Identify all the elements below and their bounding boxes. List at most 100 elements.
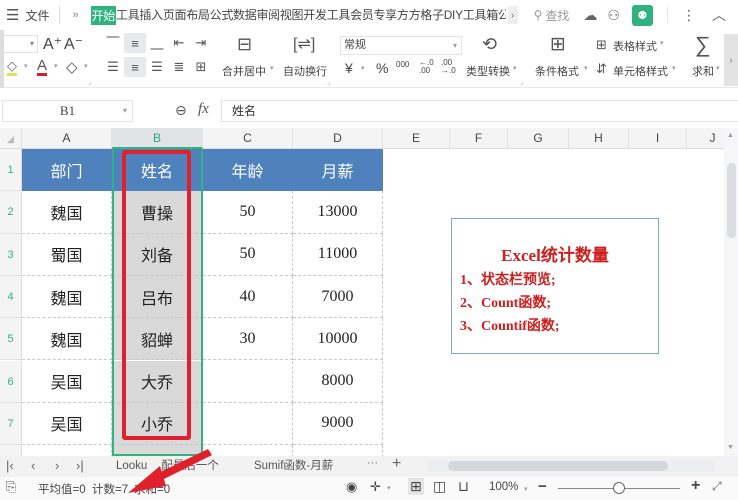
tabs-scroll-right-icon[interactable]: › — [507, 6, 518, 24]
table-cell[interactable] — [203, 402, 293, 446]
dialog-launcher-icon[interactable]: ⌟ — [327, 78, 330, 86]
table-cell[interactable]: 吕布 — [112, 275, 203, 319]
table-cell[interactable]: 40 — [203, 275, 293, 319]
eye-protection-icon[interactable]: ◉ — [346, 479, 357, 495]
table-style-icon[interactable]: ⊞ — [596, 37, 607, 53]
page-layout-view-icon[interactable]: ◫ — [433, 478, 446, 495]
dialog-launcher-icon[interactable]: ⌟ — [520, 78, 523, 86]
merge-center-icon[interactable]: ⊟ — [237, 34, 252, 55]
sum-icon[interactable]: ∑ — [695, 32, 711, 58]
column-header-c[interactable]: C — [203, 128, 293, 149]
column-header-a[interactable]: A — [22, 128, 112, 149]
annotation-textbox[interactable]: Excel统计数量 1、状态栏预览; 2、Count函数; 3、Countif函… — [451, 218, 659, 354]
prev-sheet-icon[interactable]: ‹ — [31, 458, 35, 473]
table-cell[interactable]: 吴国 — [22, 402, 112, 446]
align-bottom-icon[interactable]: ⎽ — [146, 33, 168, 53]
conditional-format-button[interactable]: 条件格式 — [535, 63, 579, 79]
font-size-select[interactable]: ▾ — [4, 35, 38, 53]
eraser-icon[interactable]: ◇ — [66, 58, 78, 76]
column-header-b[interactable]: B — [112, 128, 203, 149]
table-cell[interactable]: 30 — [203, 318, 293, 361]
table-cell[interactable]: 10000 — [293, 318, 383, 361]
add-sheet-button[interactable]: + — [392, 455, 401, 473]
first-sheet-icon[interactable]: |‹ — [6, 458, 14, 473]
decrease-decimal-button[interactable]: .00 →.0 — [441, 59, 456, 75]
zoom-out-button[interactable]: − — [538, 478, 547, 495]
table-cell[interactable]: 50 — [203, 233, 293, 276]
vertical-scrollbar[interactable]: ▲ ▼ — [724, 128, 738, 456]
sheet-tab-lookup[interactable]: Looku 配最后一个 — [102, 456, 233, 477]
font-shrink-button[interactable]: A⁻ — [64, 34, 83, 54]
zoom-slider-handle[interactable] — [613, 482, 625, 494]
row-header[interactable]: 1 — [0, 149, 22, 192]
tab-tools[interactable]: 工具 — [116, 6, 140, 25]
align-middle-icon[interactable]: ≡ — [124, 33, 146, 53]
ribbon-scroll-right-icon[interactable]: › — [724, 34, 738, 86]
row-header[interactable]: 2 — [0, 191, 22, 234]
scroll-up-icon[interactable]: ▲ — [727, 132, 734, 139]
table-cell[interactable] — [203, 445, 293, 456]
add-user-icon[interactable]: ⚇ — [607, 7, 620, 24]
chevron-down-icon[interactable]: ▾ — [672, 64, 676, 72]
name-box[interactable]: B1 ▾ — [2, 100, 133, 122]
table-cell[interactable]: 刘备 — [112, 233, 203, 276]
scrollbar-thumb[interactable] — [448, 461, 668, 471]
tab-view[interactable]: 视图 — [280, 6, 304, 25]
increase-indent-icon[interactable]: ⇥ — [190, 33, 212, 53]
table-cell[interactable]: 曹操 — [112, 191, 203, 234]
tab-developer[interactable]: 开发工具 — [303, 6, 350, 25]
more-options-icon[interactable]: ⋮ — [682, 7, 696, 24]
hamburger-icon[interactable]: ☰ — [6, 6, 19, 24]
horizontal-scrollbar[interactable] — [428, 460, 715, 472]
column-header-d[interactable]: D — [293, 128, 383, 149]
cloud-sync-icon[interactable]: ☁ — [583, 7, 597, 24]
chevron-down-icon[interactable]: ▾ — [361, 64, 365, 72]
zoom-level[interactable]: 100% — [489, 481, 518, 493]
row-header[interactable]: 3 — [0, 233, 22, 276]
tab-formulas[interactable]: 公式 — [210, 6, 234, 25]
last-sheet-icon[interactable]: ›| — [76, 458, 84, 473]
chevron-down-icon[interactable]: ▾ — [584, 64, 588, 72]
scroll-down-icon[interactable]: ▼ — [727, 444, 734, 451]
file-menu[interactable]: 文件 — [25, 7, 49, 24]
justify-icon[interactable]: ≣ — [168, 57, 190, 77]
table-cell[interactable] — [203, 360, 293, 403]
fullscreen-icon[interactable]: ⤢ — [712, 479, 722, 494]
select-all-corner[interactable]: ◢ — [0, 128, 22, 149]
table-cell[interactable]: 蜀国 — [22, 233, 112, 276]
sum-button[interactable]: 求和 — [692, 63, 714, 79]
chevron-down-icon[interactable]: ▾ — [387, 484, 391, 492]
dialog-launcher-icon[interactable]: ⌟ — [88, 78, 91, 86]
formula-input[interactable]: 姓名 — [221, 100, 738, 122]
table-header-cell[interactable]: 部门 — [22, 149, 112, 192]
distributed-icon[interactable]: ⊞ — [190, 57, 212, 77]
auto-wrap-button[interactable]: 自动换行 — [283, 63, 327, 79]
table-header-cell[interactable]: 年龄 — [203, 149, 293, 192]
table-cell[interactable]: 魏国 — [22, 318, 112, 361]
table-cell[interactable] — [112, 445, 203, 456]
decrease-indent-icon[interactable]: ⇤ — [168, 33, 190, 53]
tab-page-layout[interactable]: 页面布局 — [163, 6, 210, 25]
table-cell[interactable]: 魏国 — [22, 275, 112, 319]
type-convert-button[interactable]: 类型转换 — [466, 63, 510, 79]
table-cell[interactable] — [293, 445, 383, 456]
table-cell[interactable]: 魏国 — [22, 191, 112, 234]
chevron-down-icon[interactable]: ▾ — [660, 39, 664, 47]
reading-mode-icon[interactable]: ✛ — [370, 479, 381, 495]
chevron-down-icon[interactable]: ▾ — [270, 64, 274, 72]
currency-button[interactable]: ¥ — [345, 60, 353, 76]
search-button[interactable]: ⚲ 查找 — [534, 7, 570, 24]
tab-data[interactable]: 数据 — [233, 6, 257, 25]
align-center-icon[interactable]: ≡ — [124, 57, 146, 77]
wrap-text-icon[interactable]: [⇌] — [293, 34, 315, 54]
table-cell[interactable]: 9000 — [293, 402, 383, 446]
table-header-cell[interactable]: 月薪 — [293, 149, 383, 192]
column-header-f[interactable]: F — [450, 128, 508, 149]
merge-center-button[interactable]: 合并居中 — [222, 63, 266, 79]
scrollbar-thumb[interactable] — [727, 163, 736, 238]
fill-color-icon[interactable]: ◇ — [7, 59, 17, 76]
column-header-g[interactable]: G — [508, 128, 569, 149]
increase-decimal-button[interactable]: ←.0.00 — [419, 59, 434, 75]
type-convert-icon[interactable]: ⟲ — [482, 34, 497, 55]
chevron-down-icon[interactable]: ▾ — [524, 485, 528, 493]
